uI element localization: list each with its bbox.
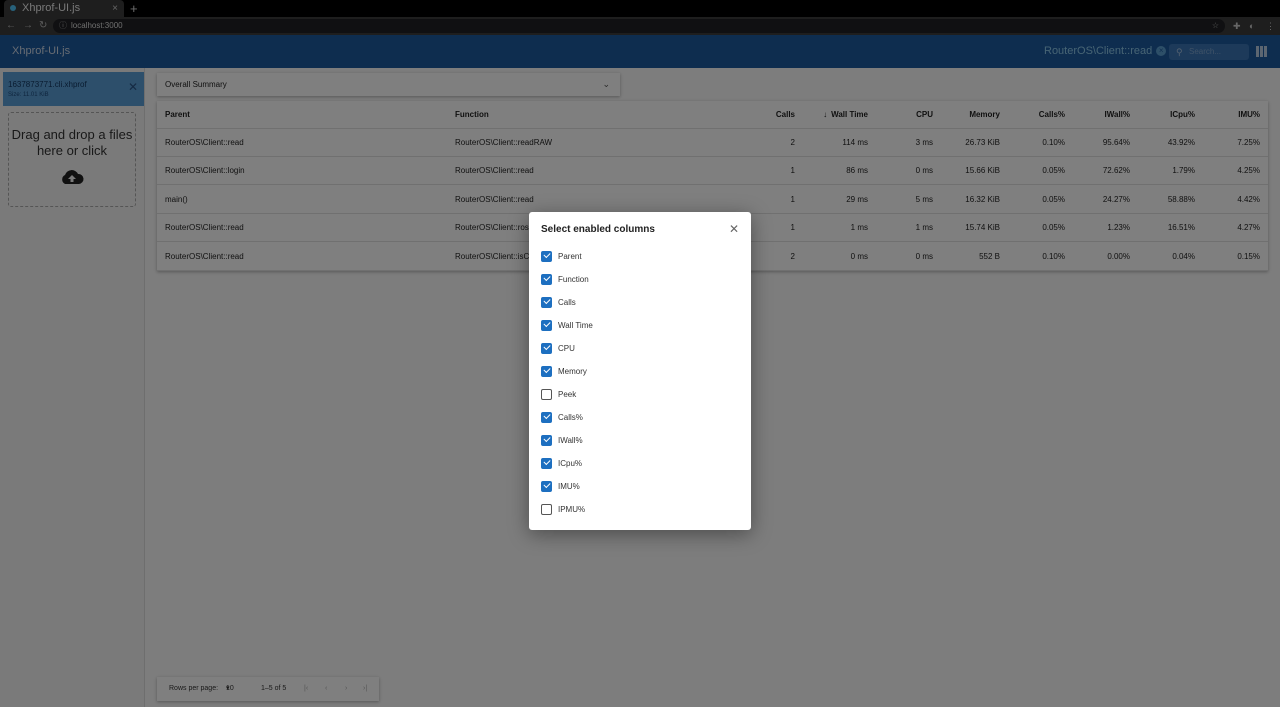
checkbox-checked-icon[interactable] [541,250,552,262]
column-option[interactable]: Parent [541,249,582,263]
close-icon[interactable]: ✕ [729,222,739,236]
dialog-title: Select enabled columns [541,224,655,235]
column-option-label: ICpu% [558,458,583,468]
column-option-label: Peek [558,389,577,399]
column-option[interactable]: Calls [541,295,576,309]
checkbox-checked-icon[interactable] [541,296,552,308]
checkbox-checked-icon[interactable] [541,319,552,331]
checkbox-checked-icon[interactable] [541,434,552,446]
column-option[interactable]: Function [541,272,589,286]
checkbox-unchecked-icon[interactable] [541,388,552,400]
column-option[interactable]: ICpu% [541,456,582,470]
column-option[interactable]: IPMU% [541,502,585,516]
column-option[interactable]: IMU% [541,479,580,493]
checkbox-checked-icon[interactable] [541,480,552,492]
checkbox-unchecked-icon[interactable] [541,503,552,515]
column-option[interactable]: Wall Time [541,318,593,332]
column-option-label: Wall Time [558,320,593,330]
column-option-label: Function [558,274,589,284]
column-option-label: Parent [558,251,582,261]
checkbox-checked-icon[interactable] [541,273,552,285]
checkbox-checked-icon[interactable] [541,411,552,423]
column-option-label: Calls [558,297,576,307]
column-option[interactable]: Memory [541,364,587,378]
checkbox-checked-icon[interactable] [541,365,552,377]
column-option[interactable]: CPU [541,341,575,355]
columns-dialog: Select enabled columns ✕ Parent Function C… [529,212,751,530]
checkbox-checked-icon[interactable] [541,457,552,469]
column-option-label: IWall% [558,435,583,445]
column-option[interactable]: Peek [541,387,576,401]
column-option[interactable]: IWall% [541,433,583,447]
column-option-label: Calls% [558,412,583,422]
checkbox-checked-icon[interactable] [541,342,552,354]
column-option-label: Memory [558,366,587,376]
column-option-label: CPU [558,343,575,353]
column-option[interactable]: Calls% [541,410,583,424]
column-option-label: IMU% [558,481,580,491]
column-option-label: IPMU% [558,504,586,514]
